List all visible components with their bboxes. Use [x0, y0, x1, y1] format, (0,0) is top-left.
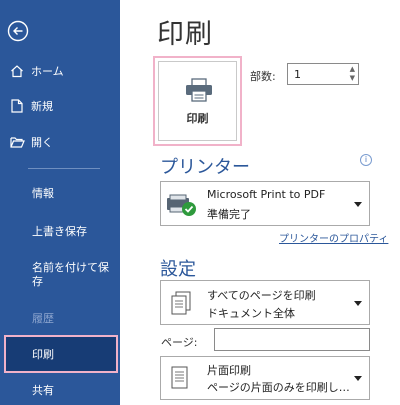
spin-up-icon[interactable]: ▲ [350, 66, 355, 73]
copies-stepper[interactable]: 1 ▲ ▼ [287, 63, 359, 85]
sidebar-item-label: 上書き保存 [32, 225, 87, 238]
one-sided-icon [171, 366, 188, 389]
sidebar-item-info[interactable]: 情報 [0, 178, 120, 208]
duplex-desc: ページの片面のみを印刷し… [207, 381, 350, 394]
duplex-value: 片面印刷 [207, 364, 251, 377]
sidebar-item-new[interactable]: 新規 [0, 91, 120, 121]
sidebar-item-label: 履歴 [32, 312, 54, 325]
sidebar-item-label: 新規 [31, 100, 53, 113]
sidebar-item-home[interactable]: ホーム [0, 56, 120, 86]
back-button[interactable] [6, 19, 30, 43]
print-button-highlight: 印刷 [153, 56, 242, 146]
sidebar-item-share[interactable]: 共有 [0, 375, 120, 405]
print-panel: 印刷 印刷 部数: 1 ▲ ▼ プリンター i Microsoft Print [120, 0, 400, 405]
copies-value: 1 [294, 68, 301, 81]
duplex-select[interactable]: 片面印刷 ページの片面のみを印刷し… [160, 356, 370, 400]
sidebar-item-label: 情報 [32, 187, 54, 200]
spin-down-icon[interactable]: ▼ [350, 75, 355, 82]
backstage-sidebar: ホーム 新規 開く 情報 上書き保存 名前を付けて保存 履歴 印刷 共有 [0, 0, 120, 405]
sidebar-item-save[interactable]: 上書き保存 [0, 216, 120, 246]
new-document-icon [9, 98, 25, 114]
printer-name: Microsoft Print to PDF [207, 188, 326, 201]
pages-icon [171, 291, 191, 315]
info-icon[interactable]: i [360, 154, 372, 166]
sidebar-item-label: 開く [31, 136, 53, 149]
pages-label: ページ: [161, 336, 198, 349]
settings-section-title: 設定 [160, 259, 196, 280]
printer-icon [186, 78, 212, 102]
pages-input[interactable] [214, 328, 370, 351]
chevron-down-icon [354, 202, 362, 207]
chevron-down-icon [354, 376, 362, 381]
copies-label: 部数: [250, 70, 276, 83]
sidebar-item-label: 共有 [32, 384, 54, 397]
printer-section-title: プリンター [160, 157, 250, 178]
page-title: 印刷 [157, 19, 213, 50]
sidebar-divider [28, 168, 100, 169]
chevron-down-icon [354, 301, 362, 306]
sidebar-item-print[interactable]: 印刷 [4, 335, 118, 373]
printer-properties-link[interactable]: プリンターのプロパティ [279, 230, 388, 245]
sidebar-item-label: 印刷 [32, 348, 54, 361]
sidebar-item-label: ホーム [31, 65, 64, 78]
sidebar-item-save-as[interactable]: 名前を付けて保存 [0, 261, 120, 301]
sidebar-item-label: 名前を付けて保存 [32, 261, 109, 288]
printer-status: 準備完了 [207, 208, 251, 221]
open-folder-icon [9, 134, 25, 150]
print-range-desc: ドキュメント全体 [207, 307, 295, 320]
print-button-label: 印刷 [186, 112, 209, 125]
back-arrow-icon [7, 20, 29, 42]
printer-ready-icon [167, 194, 196, 216]
sidebar-item-history: 履歴 [0, 303, 120, 333]
printer-select[interactable]: Microsoft Print to PDF 準備完了 [160, 181, 370, 226]
print-range-select[interactable]: すべてのページを印刷 ドキュメント全体 [160, 280, 370, 325]
print-button[interactable]: 印刷 [158, 61, 237, 141]
sidebar-item-open[interactable]: 開く [0, 127, 120, 157]
home-icon [9, 63, 25, 79]
print-range-value: すべてのページを印刷 [207, 289, 316, 302]
